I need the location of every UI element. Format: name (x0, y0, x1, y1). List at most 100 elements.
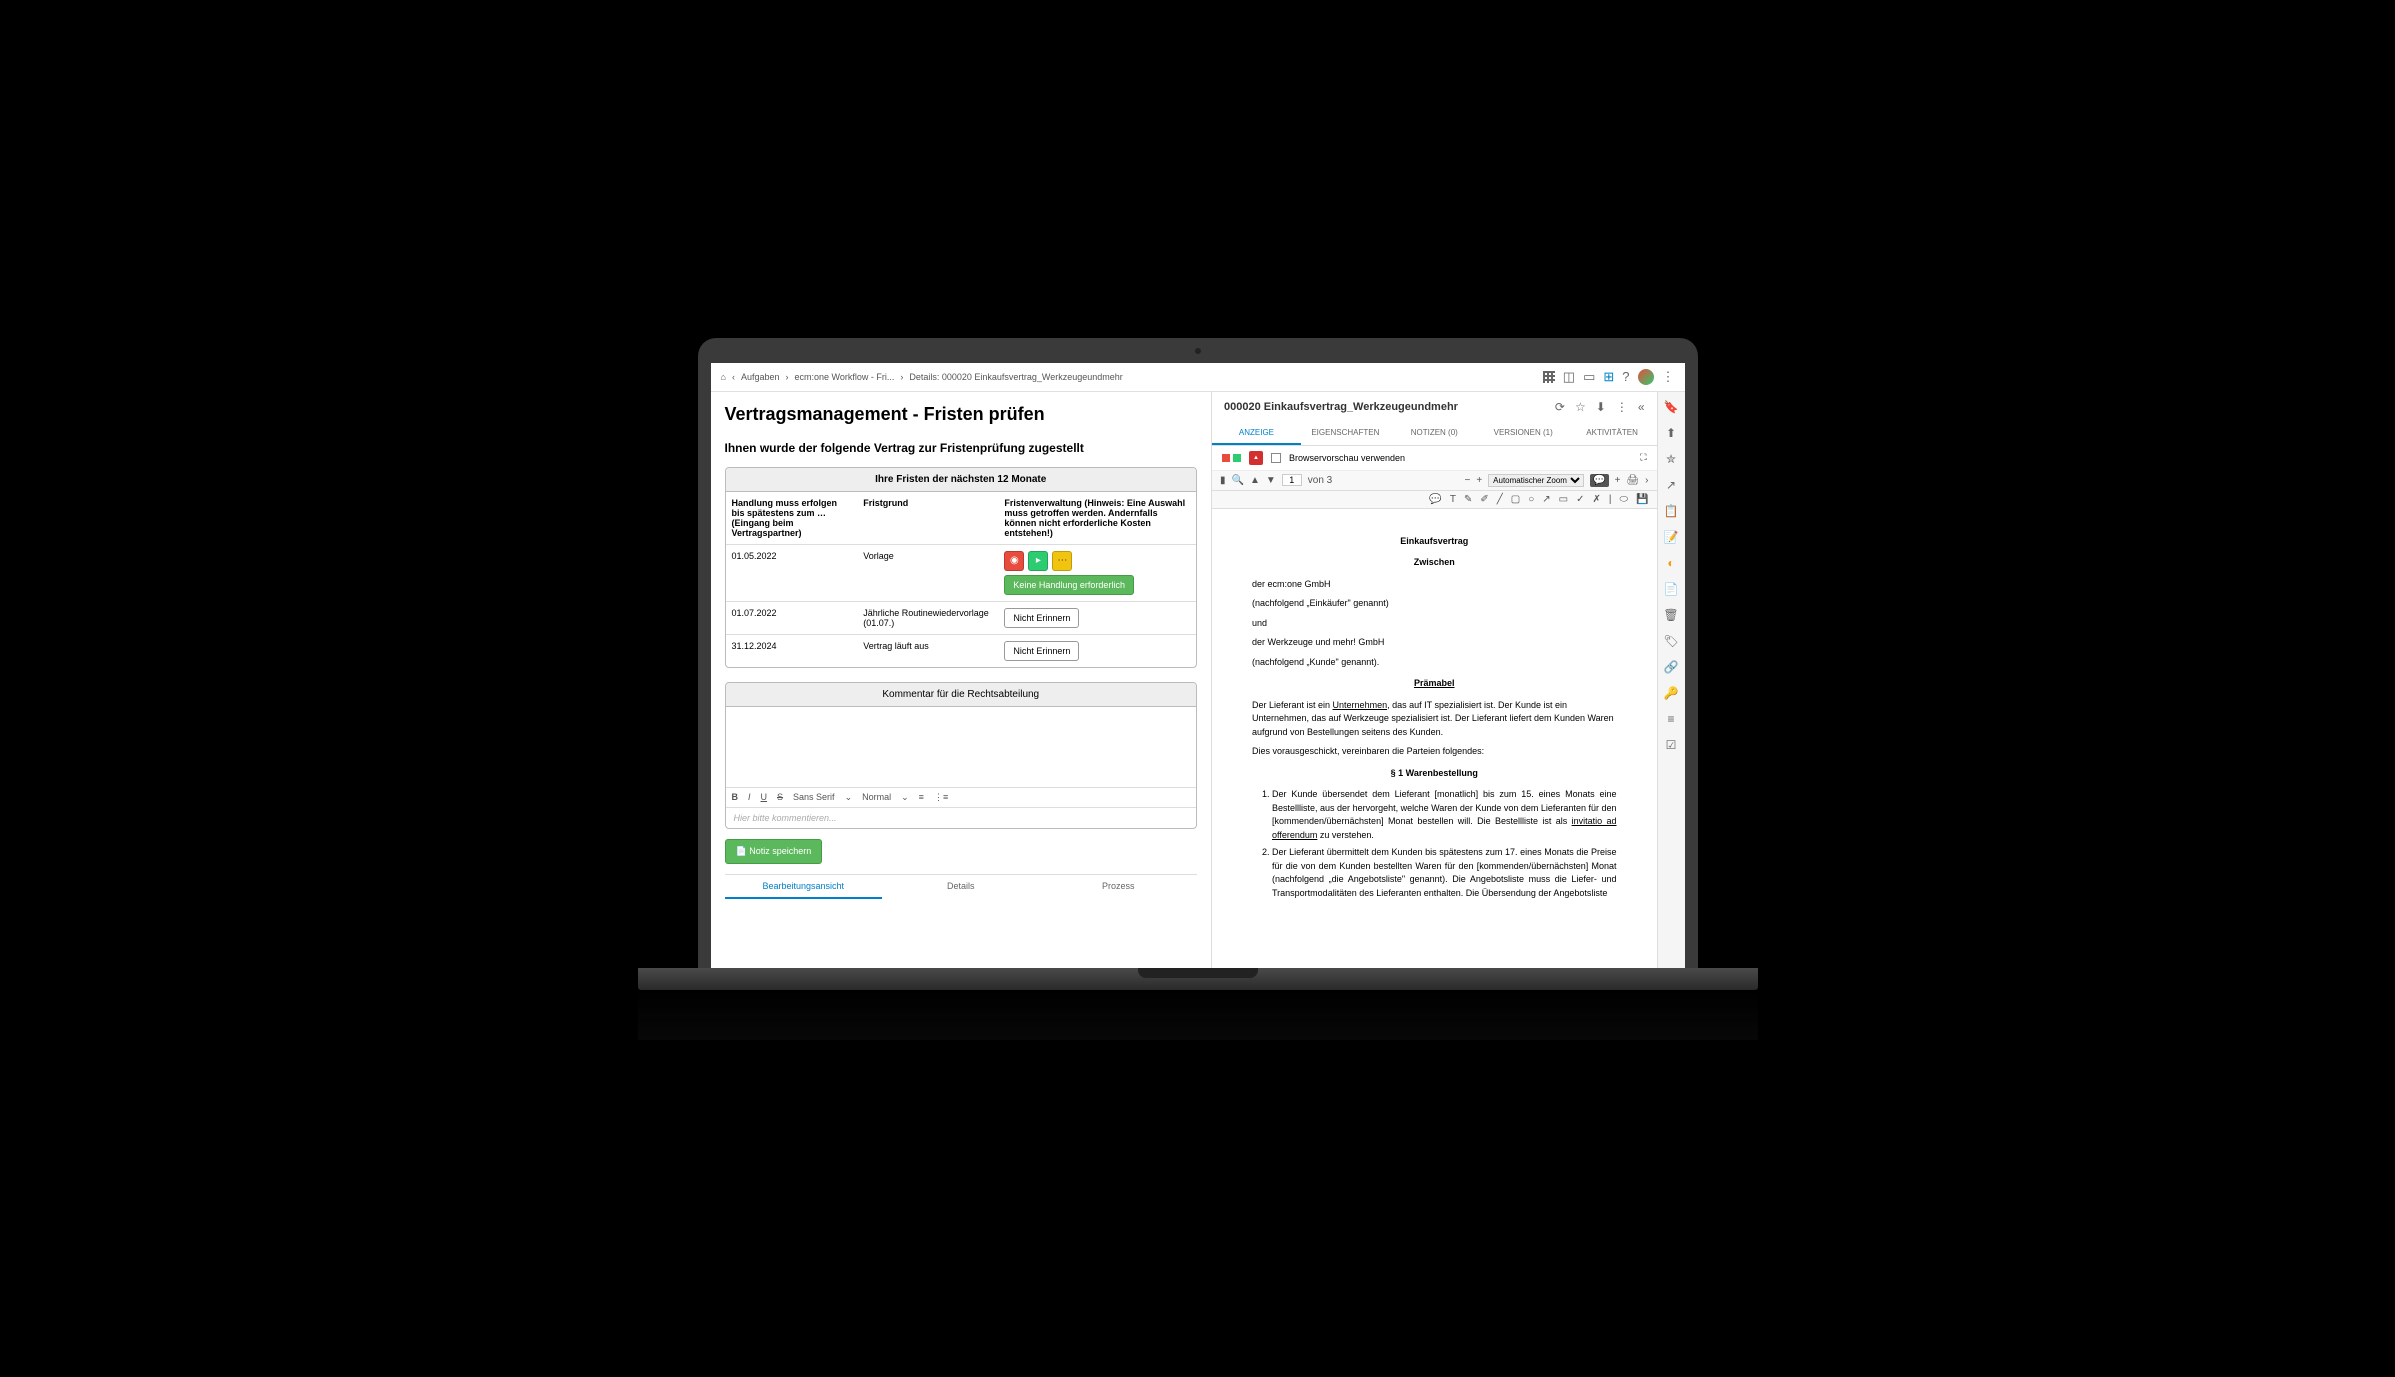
document-title: 000020 Einkaufsvertrag_Werkzeugeundmehr (1224, 401, 1458, 413)
breadcrumb-item[interactable]: Aufgaben (741, 372, 780, 382)
pen-icon[interactable]: ✎ (1464, 494, 1472, 505)
col-header: Handlung muss erfolgen bis spätestens zu… (726, 492, 858, 544)
copy-icon[interactable]: 📄 (1664, 582, 1679, 596)
font-select[interactable]: Sans Serif (793, 792, 835, 802)
tab-versions[interactable]: VERSIONEN (1) (1479, 422, 1568, 445)
trash-icon[interactable]: 🗑 (1663, 608, 1678, 622)
rect-icon[interactable]: ▢ (1511, 494, 1520, 505)
tag-icon[interactable]: 🏷 (1663, 634, 1678, 648)
bullet-icon[interactable]: ⋮≡ (934, 792, 948, 803)
breadcrumb-back[interactable]: ‹ (732, 372, 735, 382)
toggle-icon[interactable]: ⬭ (1620, 494, 1629, 505)
help-icon[interactable]: ? (1622, 369, 1629, 384)
save-note-button[interactable]: 📄 Notiz speichern (725, 839, 823, 864)
user-avatar[interactable] (1638, 369, 1654, 385)
next-page-icon[interactable]: ▼ (1266, 475, 1276, 486)
save-icon[interactable]: 💾 (1636, 494, 1648, 505)
share-icon[interactable]: ↗ (1666, 478, 1676, 492)
collapse-icon[interactable]: « (1638, 400, 1645, 414)
next-icon[interactable]: › (1645, 475, 1648, 486)
not-remind-button[interactable]: Nicht Erinnern (1004, 641, 1079, 661)
home-icon[interactable]: ⌂ (721, 372, 726, 382)
action-yellow-button[interactable]: ⋯ (1052, 551, 1072, 571)
date-cell: 01.07.2022 (726, 602, 858, 634)
coin-icon[interactable]: ◐ (1667, 556, 1674, 570)
no-action-button[interactable]: Keine Handlung erforderlich (1004, 575, 1134, 595)
doc-heading: Prämabel (1252, 677, 1617, 691)
layout-icon[interactable]: ◫ (1563, 369, 1575, 385)
doc-text: (nachfolgend „Kunde" genannt). (1252, 656, 1617, 670)
window-icon[interactable]: ▭ (1583, 369, 1595, 385)
stamp-icon[interactable]: ✮ (1666, 452, 1676, 466)
size-select[interactable]: Normal (862, 792, 891, 802)
document-body[interactable]: Einkaufsvertrag Zwischen der ecm:one Gmb… (1212, 509, 1657, 968)
underline-icon[interactable]: U (761, 792, 768, 802)
bold-icon[interactable]: B (732, 792, 739, 802)
list-icon[interactable]: ≡ (1667, 712, 1674, 726)
bookmark-icon[interactable]: 🔖 (1664, 400, 1679, 414)
text-icon[interactable]: T (1450, 494, 1456, 505)
zoom-select[interactable]: Automatischer Zoom (1488, 474, 1584, 487)
sidebar-toggle-icon[interactable]: ▮ (1220, 475, 1226, 486)
breadcrumb-item[interactable]: ecm:one Workflow - Fri... (794, 372, 894, 382)
table-title: Ihre Fristen der nächsten 12 Monate (726, 468, 1197, 492)
comment-input[interactable]: Hier bitte kommentieren... (726, 807, 1197, 828)
zoom-out-icon[interactable]: − (1464, 475, 1470, 486)
arrow-icon[interactable]: ↗ (1542, 494, 1550, 505)
apps-icon[interactable] (1543, 371, 1555, 383)
not-remind-button[interactable]: Nicht Erinnern (1004, 608, 1079, 628)
action-red-button[interactable]: ◉ (1004, 551, 1024, 571)
tab-details[interactable]: Details (882, 875, 1040, 899)
doc-list-item: Der Lieferant übermittelt dem Kunden bis… (1272, 846, 1617, 900)
zoom-in-icon[interactable]: + (1476, 475, 1482, 486)
fullscreen-icon[interactable]: ⛶ (1640, 452, 1646, 463)
tab-activities[interactable]: AKTIVITÄTEN (1568, 422, 1657, 445)
annotation-toolbar: 💬 T ✎ ✐ ╱ ▢ ○ ↗ ▭ ✓ ✗ | ⬭ (1212, 491, 1657, 509)
speech-icon[interactable]: 💬 (1429, 494, 1441, 505)
grid-icon[interactable]: ⊞ (1603, 369, 1614, 385)
highlight-icon[interactable]: ✐ (1480, 494, 1488, 505)
tab-notes[interactable]: NOTIZEN (0) (1390, 422, 1479, 445)
action-green-button[interactable]: ▸ (1028, 551, 1048, 571)
clipboard-icon[interactable]: 📋 (1664, 504, 1679, 518)
comment-icon[interactable]: 💬 (1590, 474, 1608, 487)
tab-properties[interactable]: EIGENSCHAFTEN (1301, 422, 1390, 445)
date-cell: 01.05.2022 (726, 545, 858, 601)
image-icon[interactable]: ▭ (1559, 494, 1568, 505)
more-icon[interactable]: ⋮ (1616, 400, 1628, 414)
add-icon[interactable]: + (1615, 475, 1621, 486)
tab-edit-view[interactable]: Bearbeitungsansicht (725, 875, 883, 899)
pdf-toolbar: ▮ 🔍 ▲ ▼ von 3 − + Automatischer Zoom 💬 + (1212, 471, 1657, 491)
prev-page-icon[interactable]: ▲ (1250, 475, 1260, 486)
reason-cell: Vertrag läuft aus (857, 635, 998, 667)
tab-display[interactable]: ANZEIGE (1212, 422, 1301, 445)
check-icon[interactable]: ✓ (1576, 494, 1584, 505)
task-icon[interactable]: ☑ (1666, 738, 1677, 752)
download-icon[interactable]: ⬇ (1596, 400, 1606, 414)
edit-icon[interactable]: 📝 (1664, 530, 1679, 544)
comment-title: Kommentar für die Rechtsabteilung (726, 683, 1197, 707)
print-icon[interactable]: 🖨 (1626, 475, 1639, 486)
circle-icon[interactable]: ○ (1528, 494, 1534, 505)
key-icon[interactable]: 🔑 (1664, 686, 1679, 700)
upload-icon[interactable]: ⬆ (1666, 426, 1676, 440)
breadcrumb-item[interactable]: Details: 000020 Einkaufsvertrag_Werkzeug… (909, 372, 1122, 382)
search-icon[interactable]: 🔍 (1232, 475, 1244, 486)
comment-body[interactable] (726, 707, 1197, 787)
browser-preview-checkbox[interactable] (1271, 453, 1281, 463)
page-input[interactable] (1282, 474, 1302, 486)
italic-icon[interactable]: I (748, 792, 751, 802)
list-icon[interactable]: ≡ (919, 792, 924, 802)
col-header: Fristgrund (857, 492, 998, 544)
line-icon[interactable]: ╱ (1497, 494, 1503, 505)
star-icon[interactable]: ☆ (1575, 400, 1586, 414)
pdf-icon: ▲ (1249, 451, 1263, 465)
tab-process[interactable]: Prozess (1040, 875, 1198, 899)
refresh-icon[interactable]: ⟳ (1555, 400, 1565, 414)
x-icon[interactable]: ✗ (1593, 494, 1601, 505)
page-title: Vertragsmanagement - Fristen prüfen (725, 404, 1198, 425)
top-bar: ⌂ ‹ Aufgaben › ecm:one Workflow - Fri...… (711, 363, 1685, 392)
more-icon[interactable]: ⋮ (1662, 369, 1675, 385)
strike-icon[interactable]: S (777, 792, 783, 802)
link-icon[interactable]: 🔗 (1664, 660, 1679, 674)
